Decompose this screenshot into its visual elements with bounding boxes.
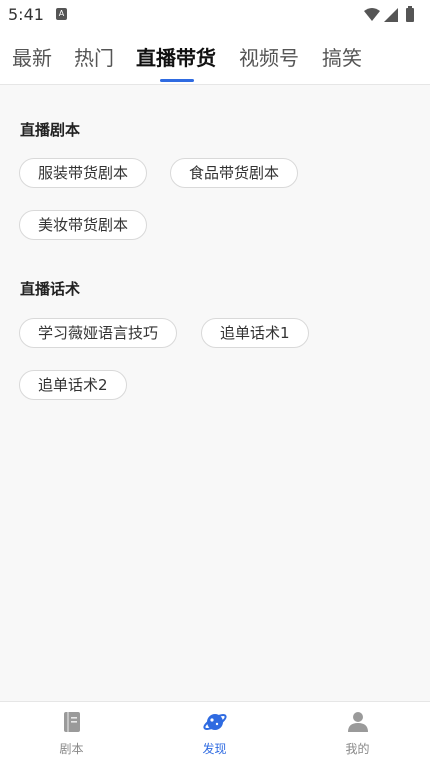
script-chip[interactable]: 学习薇娅语言技巧 <box>19 318 178 348</box>
tab-hot[interactable]: 热门 <box>74 42 114 71</box>
content-area: 直播剧本 服装带货剧本 食品带货剧本 美妆带货剧本 直播话术 学习薇娅语言技巧 … <box>0 85 430 701</box>
tab-funny[interactable]: 搞笑 <box>322 42 362 71</box>
script-chip[interactable]: 服装带货剧本 <box>19 158 148 188</box>
nav-item-scripts[interactable]: 剧本 <box>0 702 143 765</box>
bottom-nav: 剧本 发现 我的 <box>0 701 430 765</box>
status-time: 5:41 <box>8 5 44 24</box>
status-bar: 5:41 A <box>0 0 430 30</box>
script-chip[interactable]: 食品带货剧本 <box>170 158 299 188</box>
wifi-icon <box>364 8 380 21</box>
signal-icon <box>384 8 398 22</box>
section-title: 直播剧本 <box>20 121 81 139</box>
tab-video-channel[interactable]: 视频号 <box>239 42 299 71</box>
nav-label: 剧本 <box>59 742 84 756</box>
nav-label: 我的 <box>345 742 370 756</box>
nav-item-discover[interactable]: 发现 <box>143 702 286 765</box>
book-icon <box>64 712 80 732</box>
section-title: 直播话术 <box>20 280 81 298</box>
user-icon <box>348 712 368 732</box>
planet-icon <box>203 714 227 730</box>
script-chip[interactable]: 美妆带货剧本 <box>19 210 148 240</box>
script-chip[interactable]: 追单话术2 <box>19 370 127 400</box>
nav-label: 发现 <box>202 742 227 756</box>
script-chip[interactable]: 追单话术1 <box>201 318 309 348</box>
tab-latest[interactable]: 最新 <box>12 42 52 71</box>
category-tabs: 最新 热门 直播带货 视频号 搞笑 <box>0 30 430 85</box>
status-icons <box>364 6 414 22</box>
nav-item-me[interactable]: 我的 <box>286 702 429 765</box>
tab-live-selling[interactable]: 直播带货 <box>136 42 216 71</box>
active-tab-indicator <box>160 79 194 82</box>
battery-icon <box>406 8 414 22</box>
notification-icon: A <box>56 8 67 20</box>
